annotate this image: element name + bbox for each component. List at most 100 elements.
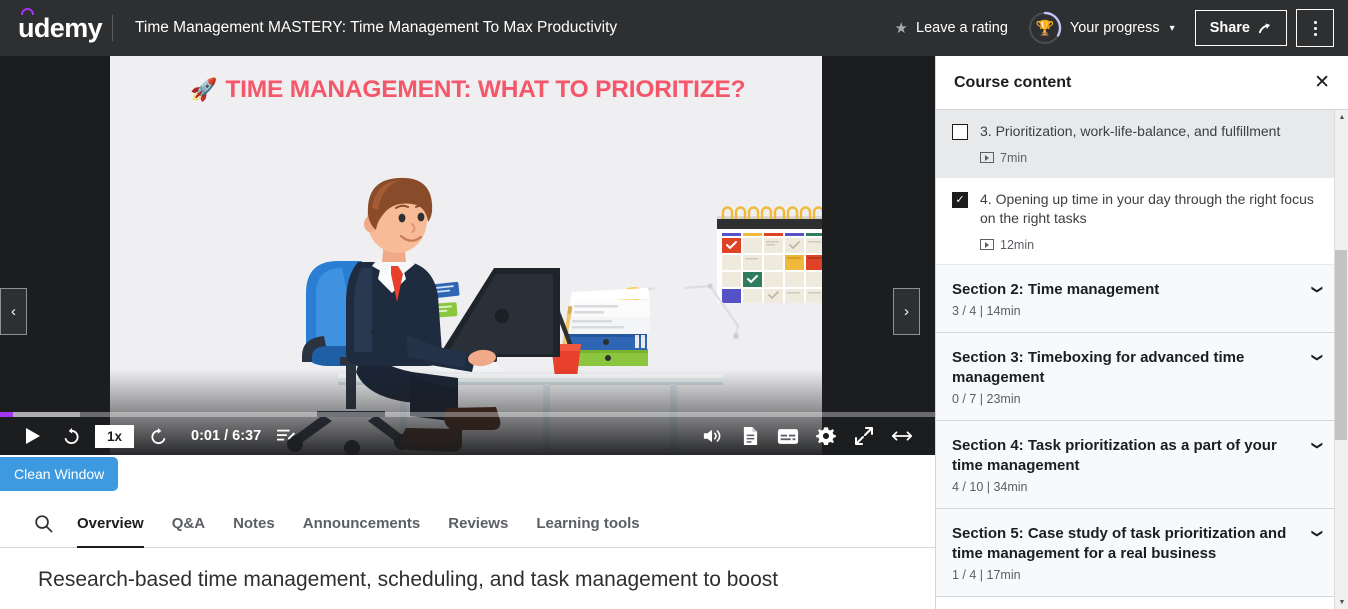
transcript-button[interactable] (731, 417, 769, 455)
your-progress-button[interactable]: 🏆 Your progress ▾ (1018, 4, 1185, 52)
chevron-down-icon[interactable]: ❯ (1311, 285, 1324, 294)
captions-icon (777, 428, 799, 444)
udemy-logo-arc (21, 7, 34, 15)
video-controls-right (693, 417, 921, 455)
leave-a-rating-label: Leave a rating (916, 20, 1008, 36)
slide-illustration (110, 56, 822, 455)
tab-q-a[interactable]: Q&A (172, 500, 205, 548)
close-icon[interactable]: ✕ (1314, 73, 1330, 92)
scroll-up-arrow[interactable]: ▲ (1335, 110, 1348, 124)
fullscreen-button[interactable] (845, 417, 883, 455)
lecture-meta: 12min (980, 238, 1322, 252)
forward-5s-icon (150, 427, 165, 444)
share-arrow-icon (1258, 22, 1270, 33)
lecture-item[interactable]: ✓ 4. Opening up time in your day through … (936, 178, 1348, 265)
playback-speed-button[interactable]: 1x (95, 424, 135, 448)
tab-announcements[interactable]: Announcements (303, 500, 421, 548)
share-label: Share (1209, 20, 1250, 36)
your-progress-label: Your progress (1069, 20, 1160, 36)
more-options-button[interactable] (1296, 9, 1334, 47)
volume-icon (703, 429, 721, 443)
chevron-left-icon: ‹ (11, 303, 16, 320)
play-button[interactable] (14, 417, 52, 455)
tab-learning-tools[interactable]: Learning tools (536, 500, 639, 548)
section-header[interactable]: Section 3: Timeboxing for advanced time … (936, 333, 1348, 422)
curriculum-items: 3. Prioritization, work-life-balance, an… (936, 110, 1348, 598)
section-body: Section 4: Task prioritization as a part… (952, 436, 1305, 494)
add-note-button[interactable] (267, 417, 305, 455)
overview-headline: Research-based time management, scheduli… (38, 568, 779, 591)
section-header[interactable]: Section 4: Task prioritization as a part… (936, 421, 1348, 510)
tab-label: Notes (233, 515, 275, 532)
video-player[interactable]: 🚀 TIME MANAGEMENT: WHAT TO PRIORITIZE? ‹… (0, 56, 935, 455)
section-title: Section 5: Case study of task prioritiza… (952, 525, 1287, 562)
chevron-right-icon: › (904, 303, 909, 320)
app-header: udemy Time Management MASTERY: Time Mana… (0, 0, 1348, 56)
time-display: 0:01 / 6:37 (191, 428, 262, 444)
chevron-down-icon[interactable]: ❯ (1311, 353, 1324, 362)
sidebar-header: Course content ✕ (936, 56, 1348, 110)
section-meta: 1 / 4 | 17min (952, 568, 1021, 583)
tab-reviews[interactable]: Reviews (448, 500, 508, 548)
rocket-chart-icon: 🚀 (190, 77, 218, 102)
kebab-dot (1313, 26, 1317, 30)
lecture-body: 3. Prioritization, work-life-balance, an… (980, 122, 1322, 165)
volume-button[interactable] (693, 417, 731, 455)
lecture-duration: 7min (1000, 150, 1028, 165)
chevron-down-icon[interactable]: ❯ (1311, 441, 1324, 450)
section-header[interactable]: Section 5: Case study of task prioritiza… (936, 509, 1348, 598)
slide-title-text: TIME MANAGEMENT: WHAT TO PRIORITIZE? (225, 76, 746, 103)
lecture-title: 3. Prioritization, work-life-balance, an… (980, 123, 1281, 139)
previous-slide-button[interactable]: ‹ (0, 288, 27, 335)
sidebar-title: Course content (954, 73, 1072, 91)
chevron-down-icon[interactable]: ❯ (1311, 529, 1324, 538)
sidebar-scrollbar[interactable]: ▲ ▼ (1334, 110, 1348, 609)
video-slide: 🚀 TIME MANAGEMENT: WHAT TO PRIORITIZE? (110, 56, 822, 455)
kebab-dot (1313, 20, 1317, 24)
lecture-checkbox-unchecked[interactable] (952, 124, 968, 140)
rewind-5s-icon (64, 427, 79, 444)
share-button[interactable]: Share (1194, 10, 1287, 46)
scroll-down-arrow[interactable]: ▼ (1335, 595, 1348, 609)
settings-button[interactable] (807, 417, 845, 455)
kebab-dot (1313, 32, 1317, 36)
tabs-list: Overview Q&A Notes Announcements Reviews Lear… (77, 500, 668, 548)
video-controls: 1x 0:01 / 6:37 (0, 417, 935, 455)
tab-label: Q&A (171, 515, 206, 532)
clean-window-button[interactable]: Clean Window (0, 457, 119, 491)
section-body: Section 3: Timeboxing for advanced time … (952, 348, 1305, 406)
tab-overview[interactable]: Overview (77, 500, 144, 548)
rewind-button[interactable] (52, 417, 90, 455)
lecture-checkbox-checked[interactable]: ✓ (952, 191, 968, 208)
progress-ring: 🏆 (1028, 11, 1062, 45)
course-content-sidebar: Course content ✕ 3. Prioritization, work… (935, 56, 1348, 609)
lecture-duration: 12min (1000, 237, 1035, 252)
theater-mode-button[interactable] (883, 417, 921, 455)
section-meta: 3 / 4 | 14min (952, 304, 1021, 319)
curriculum-list[interactable]: 3. Prioritization, work-life-balance, an… (936, 110, 1348, 609)
lecture-item[interactable]: 3. Prioritization, work-life-balance, an… (936, 110, 1348, 178)
chevron-down-icon: ▾ (1169, 22, 1175, 34)
transcript-icon (743, 427, 757, 445)
section-header[interactable]: Section 2: Time management 3 / 4 | 14min ❯ (936, 264, 1348, 334)
udemy-logo[interactable]: udemy (0, 7, 112, 42)
section-title: Section 4: Task prioritization as a part… (952, 437, 1277, 474)
theater-mode-icon (891, 431, 913, 441)
video-icon (980, 152, 994, 164)
search-icon[interactable] (34, 514, 53, 533)
leave-a-rating-button[interactable]: ★ Leave a rating (885, 13, 1018, 43)
tab-label: Overview (77, 515, 144, 532)
fullscreen-icon (855, 427, 873, 445)
next-slide-button[interactable]: › (893, 288, 920, 335)
trophy-icon: 🏆 (1035, 20, 1055, 37)
lecture-title: 4. Opening up time in your day through t… (980, 190, 1314, 227)
tab-notes[interactable]: Notes (233, 500, 275, 548)
scrollbar-thumb[interactable] (1335, 250, 1347, 440)
captions-button[interactable] (769, 417, 807, 455)
section-body: Section 2: Time management 3 / 4 | 14min (952, 280, 1305, 319)
lecture-meta: 7min (980, 151, 1322, 165)
forward-button[interactable] (139, 417, 177, 455)
header-actions: ★ Leave a rating 🏆 Your progress ▾ Share (885, 4, 1348, 52)
add-note-icon (277, 429, 296, 441)
tab-label: Announcements (302, 515, 421, 532)
